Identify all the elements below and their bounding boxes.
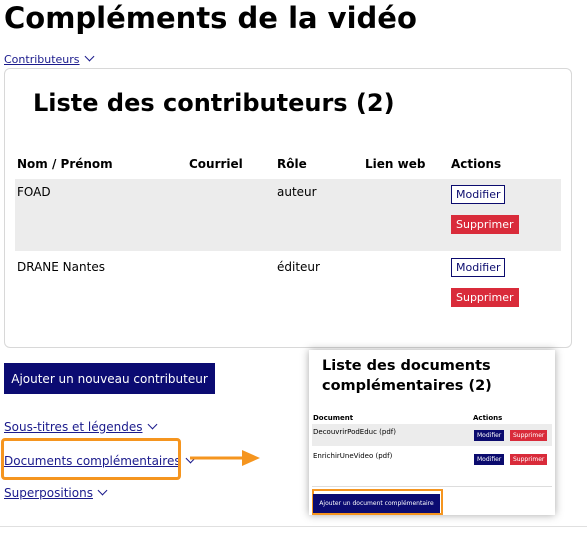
column-header-name: Nom / Prénom <box>17 157 113 171</box>
chevron-down-icon <box>97 485 108 496</box>
overlays-toggle[interactable]: Superpositions <box>4 485 108 500</box>
contributor-name: DRANE Nantes <box>17 260 105 274</box>
contributors-toggle[interactable]: Contributeurs <box>4 51 94 66</box>
column-header-actions: Actions <box>451 157 502 171</box>
add-contributor-button[interactable]: Ajouter un nouveau contributeur <box>4 363 215 394</box>
documents-panel-preview: Liste des documents complémentaires (2) … <box>309 350 555 515</box>
modify-button[interactable]: Modifier <box>451 185 506 204</box>
contributor-role: éditeur <box>277 260 320 274</box>
page-title: Compléments de la vidéo <box>4 1 417 35</box>
delete-button[interactable]: Supprimer <box>510 430 548 441</box>
divider <box>0 526 587 527</box>
add-document-button[interactable]: Ajouter un document complémentaire <box>313 494 440 513</box>
highlight-frame <box>1 438 181 480</box>
table-row: FOAD auteur Modifier Supprimer <box>15 179 561 251</box>
delete-button[interactable]: Supprimer <box>451 288 519 307</box>
contributors-toggle-label: Contributeurs <box>4 53 80 66</box>
column-header-document: Document <box>313 414 354 422</box>
table-row: DecouvrirPodEduc (pdf) Modifier Supprime… <box>312 424 552 446</box>
column-header-email: Courriel <box>189 157 243 171</box>
subtitles-toggle[interactable]: Sous-titres et légendes <box>4 419 157 434</box>
contributors-card: Liste des contributeurs (2) Nom / Prénom… <box>4 68 572 348</box>
document-name: EnrichirUneVideo (pdf) <box>313 452 393 460</box>
chevron-down-icon <box>147 419 157 430</box>
overlays-toggle-label: Superpositions <box>4 486 93 500</box>
modify-button[interactable]: Modifier <box>474 430 505 441</box>
subtitles-toggle-label: Sous-titres et légendes <box>4 420 143 434</box>
contributor-name: FOAD <box>17 185 51 199</box>
modify-button[interactable]: Modifier <box>474 454 505 465</box>
documents-heading: Liste des documents complémentaires (2) <box>322 358 492 394</box>
arrow-right-icon <box>190 450 260 466</box>
table-row: DRANE Nantes éditeur Modifier Supprimer <box>15 252 561 318</box>
modify-button[interactable]: Modifier <box>451 258 506 277</box>
divider <box>312 486 552 487</box>
table-row: EnrichirUneVideo (pdf) Modifier Supprime… <box>312 448 552 470</box>
delete-button[interactable]: Supprimer <box>510 454 548 465</box>
chevron-down-icon <box>84 51 94 62</box>
contributor-role: auteur <box>277 185 317 199</box>
column-header-web: Lien web <box>365 157 426 171</box>
column-header-actions: Actions <box>473 414 503 422</box>
contributors-heading: Liste des contributeurs (2) <box>33 89 395 117</box>
document-name: DecouvrirPodEduc (pdf) <box>313 428 396 436</box>
delete-button[interactable]: Supprimer <box>451 215 519 234</box>
column-header-role: Rôle <box>277 157 307 171</box>
